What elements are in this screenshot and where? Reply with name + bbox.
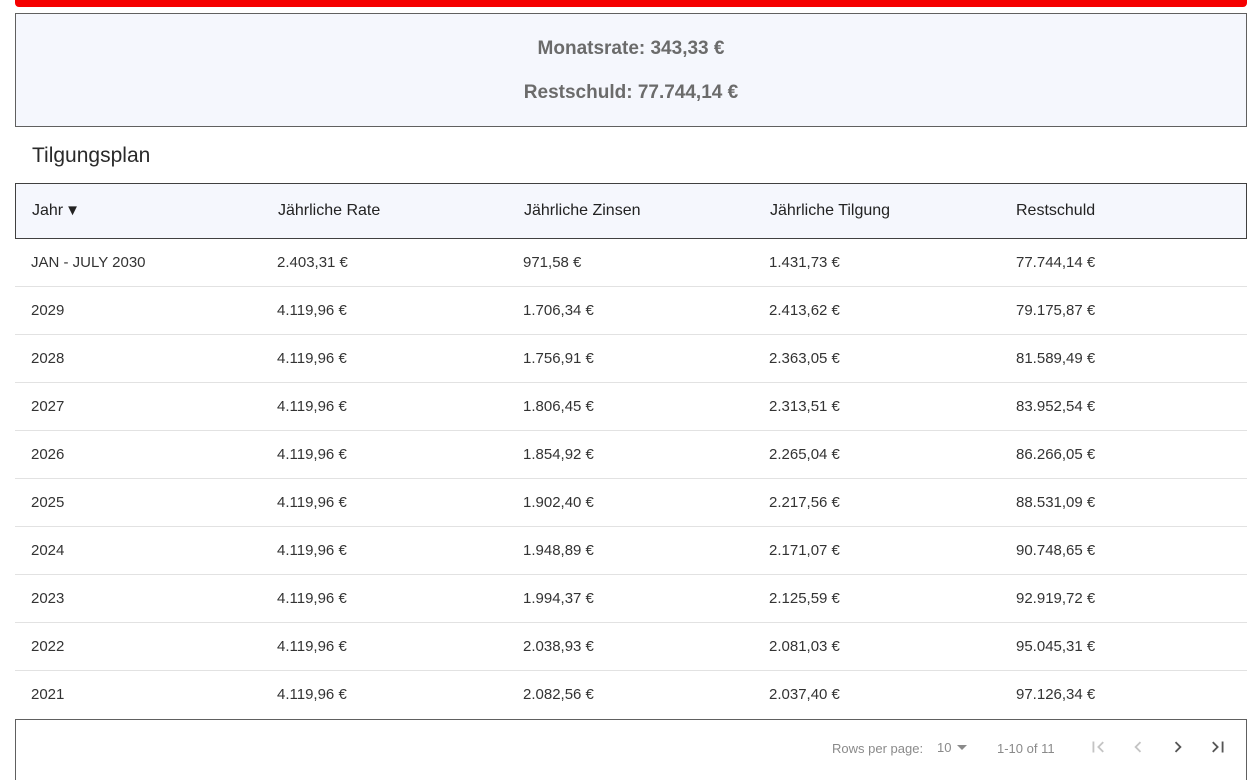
cell-year: 2021	[31, 686, 65, 703]
table-row: 2021 4.119,96 € 2.082,56 € 2.037,40 € 97.126…	[15, 671, 1247, 719]
top-accent-bar	[15, 0, 1247, 7]
cell-year: JAN - JULY 2030	[31, 254, 146, 271]
cell-annual-repayment: 1.431,73 €	[769, 254, 840, 271]
cell-annual-interest: 1.902,40 €	[523, 494, 594, 511]
monthly-rate-text: Monatsrate: 343,33 €	[537, 38, 725, 59]
cell-remaining-debt: 97.126,34 €	[1016, 686, 1096, 703]
cell-annual-rate: 4.119,96 €	[277, 446, 347, 463]
pagination-range: 1-10 of 11	[997, 741, 1055, 756]
table-body: JAN - JULY 2030 2.403,31 € 971,58 € 1.431,7…	[15, 239, 1247, 719]
sort-descending-icon: ▼	[65, 202, 80, 219]
rows-per-page-label: Rows per page:	[832, 741, 924, 756]
table-row: JAN - JULY 2030 2.403,31 € 971,58 € 1.431,7…	[15, 239, 1247, 287]
cell-year: 2024	[31, 542, 65, 559]
cell-remaining-debt: 95.045,31 €	[1016, 638, 1096, 655]
cell-annual-repayment: 2.081,03 €	[769, 638, 840, 655]
cell-annual-rate: 4.119,96 €	[277, 686, 347, 703]
column-header-annual-rate[interactable]: Jährliche Rate	[278, 184, 380, 238]
cell-annual-repayment: 2.313,51 €	[769, 398, 840, 415]
cell-annual-repayment: 2.171,07 €	[769, 542, 840, 559]
rows-per-page-select[interactable]: 10	[937, 740, 968, 755]
cell-annual-interest: 971,58 €	[523, 254, 582, 271]
table-row: 2027 4.119,96 € 1.806,45 € 2.313,51 € 83.952…	[15, 383, 1247, 431]
cell-annual-rate: 4.119,96 €	[277, 638, 347, 655]
cell-annual-interest: 2.038,93 €	[523, 638, 594, 655]
column-header-year[interactable]: Jahr ▼	[32, 184, 80, 238]
cell-annual-interest: 1.706,34 €	[523, 302, 594, 319]
table-row: 2028 4.119,96 € 1.756,91 € 2.363,05 € 81.589…	[15, 335, 1247, 383]
remaining-debt-text: Restschuld: 77.744,14 €	[523, 82, 739, 103]
column-header-annual-repayment[interactable]: Jährliche Tilgung	[770, 184, 890, 238]
cell-year: 2025	[31, 494, 65, 511]
cell-remaining-debt: 90.748,65 €	[1016, 542, 1096, 559]
table-row: 2024 4.119,96 € 1.948,89 € 2.171,07 € 90.748…	[15, 527, 1247, 575]
section-title: Tilgungsplan	[32, 144, 151, 167]
cell-annual-repayment: 2.363,05 €	[769, 350, 840, 367]
cell-remaining-debt: 86.266,05 €	[1016, 446, 1096, 463]
cell-annual-rate: 4.119,96 €	[277, 350, 347, 367]
cell-year: 2026	[31, 446, 65, 463]
cell-annual-rate: 4.119,96 €	[277, 494, 347, 511]
cell-annual-rate: 4.119,96 €	[277, 398, 347, 415]
table-header: Jahr ▼ Jährliche Rate Jährliche Zinsen Jä…	[15, 183, 1247, 239]
cell-annual-repayment: 2.037,40 €	[769, 686, 840, 703]
loan-summary-panel: Monatsrate: 343,33 € Restschuld: 77.744,…	[15, 13, 1247, 127]
cell-remaining-debt: 83.952,54 €	[1016, 398, 1096, 415]
table-row: 2029 4.119,96 € 1.706,34 € 2.413,62 € 79.175…	[15, 287, 1247, 335]
cell-year: 2022	[31, 638, 65, 655]
table-row: 2023 4.119,96 € 1.994,37 € 2.125,59 € 92.919…	[15, 575, 1247, 623]
cell-remaining-debt: 81.589,49 €	[1016, 350, 1096, 367]
cell-annual-rate: 4.119,96 €	[277, 542, 347, 559]
column-header-year-label: Jahr	[32, 202, 64, 219]
cell-remaining-debt: 77.744,14 €	[1016, 254, 1096, 271]
table-row: 2026 4.119,96 € 1.854,92 € 2.265,04 € 86.266…	[15, 431, 1247, 479]
cell-year: 2027	[31, 398, 65, 415]
cell-annual-rate: 4.119,96 €	[277, 302, 347, 319]
cell-annual-interest: 1.806,45 €	[523, 398, 594, 415]
cell-annual-interest: 1.756,91 €	[523, 350, 594, 367]
cell-remaining-debt: 88.531,09 €	[1016, 494, 1096, 511]
column-header-remaining-debt[interactable]: Restschuld	[1016, 184, 1095, 238]
table-row: 2022 4.119,96 € 2.038,93 € 2.081,03 € 95.045…	[15, 623, 1247, 671]
column-header-annual-interest[interactable]: Jährliche Zinsen	[524, 184, 641, 238]
cell-year: 2028	[31, 350, 65, 367]
rows-per-page-value: 10	[937, 740, 952, 755]
cell-annual-repayment: 2.413,62 €	[769, 302, 840, 319]
cell-annual-repayment: 2.125,59 €	[769, 590, 840, 607]
next-page-icon[interactable]	[1167, 736, 1189, 758]
cell-year: 2029	[31, 302, 65, 319]
table-pagination: Rows per page: 10 1-10 of 11	[15, 719, 1247, 780]
cell-remaining-debt: 92.919,72 €	[1016, 590, 1096, 607]
dropdown-caret-icon	[957, 745, 968, 750]
table-row: 2025 4.119,96 € 1.902,40 € 2.217,56 € 88.531…	[15, 479, 1247, 527]
previous-page-icon[interactable]	[1127, 736, 1149, 758]
cell-year: 2023	[31, 590, 65, 607]
first-page-icon[interactable]	[1087, 736, 1109, 758]
last-page-icon[interactable]	[1207, 736, 1229, 758]
cell-annual-interest: 1.994,37 €	[523, 590, 594, 607]
cell-annual-repayment: 2.265,04 €	[769, 446, 840, 463]
cell-annual-interest: 1.854,92 €	[523, 446, 594, 463]
cell-annual-rate: 2.403,31 €	[277, 254, 348, 271]
cell-annual-repayment: 2.217,56 €	[769, 494, 840, 511]
cell-annual-rate: 4.119,96 €	[277, 590, 347, 607]
cell-annual-interest: 2.082,56 €	[523, 686, 594, 703]
cell-annual-interest: 1.948,89 €	[523, 542, 594, 559]
cell-remaining-debt: 79.175,87 €	[1016, 302, 1096, 319]
